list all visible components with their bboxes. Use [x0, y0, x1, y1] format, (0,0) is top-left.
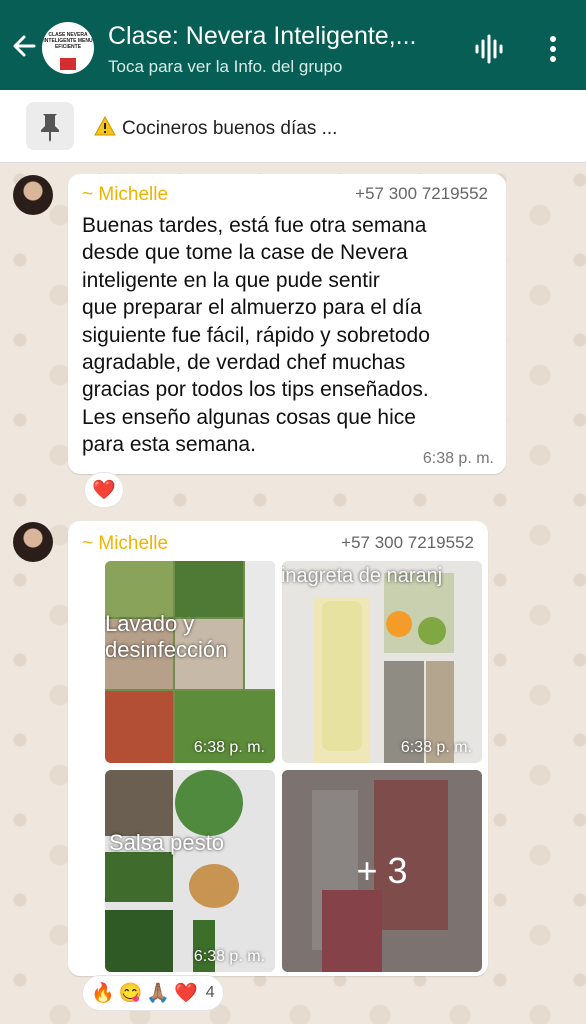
- back-button[interactable]: [8, 26, 40, 66]
- photo-segment: [322, 601, 362, 751]
- sender-avatar[interactable]: [13, 522, 53, 562]
- image-time: 6:38 p. m.: [193, 948, 265, 965]
- group-title[interactable]: Clase: Nevera Inteligente,...: [108, 22, 417, 51]
- photo-segment: [175, 561, 243, 617]
- pinned-text: Cocineros buenos días ...: [94, 115, 338, 140]
- photo-segment: [105, 691, 173, 763]
- photo-segment: [105, 852, 173, 902]
- group-subtitle[interactable]: Toca para ver la Info. del grupo: [108, 57, 342, 77]
- photo-segment: [105, 910, 173, 972]
- photo-segment: [105, 770, 173, 836]
- message-time: 6:38 p. m.: [422, 450, 494, 467]
- reaction-badge[interactable]: ❤️: [84, 472, 124, 508]
- group-avatar[interactable]: CLASE NEVERA INTELIGENTE MENU EFICIENTE: [42, 22, 94, 74]
- album-image-more[interactable]: + 3: [282, 770, 482, 972]
- pin-icon: [41, 114, 59, 142]
- sender-name[interactable]: ~ Michelle: [82, 184, 168, 206]
- sender-name[interactable]: ~ Michelle: [82, 533, 168, 555]
- pray-reaction-icon: 🙏🏽: [146, 983, 171, 1004]
- more-images-overlay: + 3: [282, 770, 482, 972]
- yum-reaction-icon: 😋: [118, 983, 143, 1004]
- group-logo-shape: [60, 58, 76, 70]
- image-caption: Salsa pesto: [109, 830, 224, 855]
- pin-button[interactable]: [26, 102, 74, 150]
- photo-segment: [418, 617, 446, 645]
- group-logo-text: CLASE NEVERA INTELIGENTE MENU EFICIENTE: [43, 32, 93, 50]
- image-time: 6:38 p. m.: [193, 739, 265, 756]
- vertical-dots-icon: [550, 36, 556, 62]
- reactions-badge[interactable]: 🔥 😋 🙏🏽 ❤️ 4: [82, 975, 224, 1011]
- sender-phone[interactable]: +57 300 7219552: [341, 533, 474, 553]
- audio-call-button[interactable]: [473, 33, 505, 65]
- fire-reaction-icon: 🔥: [91, 983, 115, 1004]
- image-time: 6:38 p. m.: [400, 739, 472, 756]
- photo-segment: [175, 770, 243, 836]
- photo-segment: [189, 864, 239, 908]
- image-caption: Lavado y desinfección: [105, 611, 228, 662]
- sender-avatar[interactable]: [13, 175, 53, 215]
- chat-header: CLASE NEVERA INTELIGENTE MENU EFICIENTE …: [0, 0, 586, 90]
- album-image-vinagreta[interactable]: Vinagreta de naranj 6:38 p. m.: [282, 561, 482, 763]
- message-bubble-album[interactable]: ~ Michelle +57 300 7219552 Lavado y desi…: [68, 521, 488, 976]
- image-caption: Vinagreta de naranj: [282, 565, 443, 587]
- photo-segment: [386, 611, 412, 637]
- sender-phone[interactable]: +57 300 7219552: [355, 184, 488, 204]
- reaction-count: 4: [205, 984, 215, 1001]
- message-text: Buenas tardes, está fue otra semana desd…: [82, 214, 430, 457]
- message-bubble[interactable]: ~ Michelle +57 300 7219552 Buenas tardes…: [68, 174, 506, 474]
- back-arrow-icon: [13, 35, 36, 57]
- album-image-lavado[interactable]: Lavado y desinfección 6:38 p. m.: [105, 561, 275, 763]
- pinned-message-bar[interactable]: Cocineros buenos días ...: [0, 90, 586, 163]
- audio-wave-icon: [475, 34, 503, 64]
- more-options-button[interactable]: [538, 33, 568, 65]
- warning-icon: [94, 115, 116, 136]
- photo-segment: [245, 561, 275, 689]
- pinned-text-label: Cocineros buenos días ...: [122, 118, 338, 139]
- heart-reaction-icon: ❤️: [92, 480, 116, 501]
- heart-reaction-icon: ❤️: [174, 983, 198, 1004]
- album-image-pesto[interactable]: Salsa pesto 6:38 p. m.: [105, 770, 275, 972]
- photo-segment: [105, 561, 173, 617]
